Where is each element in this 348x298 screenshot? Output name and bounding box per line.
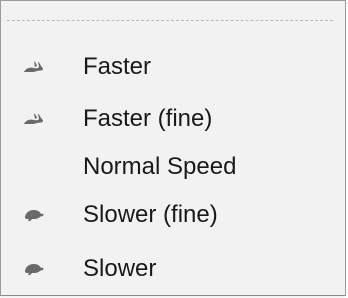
turtle-icon — [20, 259, 46, 279]
menu-item-faster-fine[interactable]: Faster (fine) — [1, 93, 345, 145]
rabbit-icon — [20, 57, 46, 77]
menu-separator — [7, 20, 333, 21]
menu-item-label: Faster — [83, 53, 152, 80]
menu-item-faster[interactable]: Faster — [1, 41, 345, 93]
menu-item-label: Normal Speed — [83, 153, 237, 180]
playback-speed-menu: Faster Faster (fine) Normal Speed Slower… — [0, 0, 346, 298]
turtle-icon — [20, 205, 46, 225]
menu-item-normal-speed[interactable]: Normal Speed — [1, 141, 345, 193]
menu-item-label: Faster (fine) — [83, 105, 213, 132]
menu-item-slower-fine[interactable]: Slower (fine) — [1, 189, 345, 241]
menu-item-label: Slower — [83, 255, 157, 282]
menu-item-slower[interactable]: Slower — [1, 243, 345, 295]
rabbit-icon — [20, 109, 46, 129]
menu-item-label: Slower (fine) — [83, 201, 218, 228]
